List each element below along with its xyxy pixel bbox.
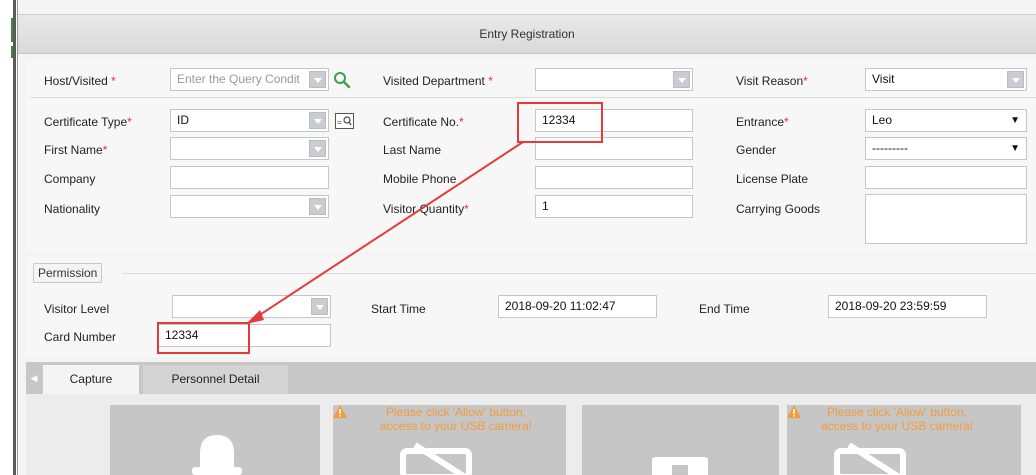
frame-accent bbox=[11, 46, 13, 58]
first-name-label: First Name* bbox=[44, 143, 108, 157]
frame-rail bbox=[13, 0, 16, 475]
carrying-goods-label: Carrying Goods bbox=[736, 202, 821, 216]
end-time-label: End Time bbox=[699, 302, 750, 316]
license-plate-label: License Plate bbox=[736, 172, 809, 186]
certificate-no-highlight bbox=[517, 102, 603, 143]
mobile-phone-input[interactable] bbox=[535, 166, 693, 189]
person-silhouette-icon bbox=[192, 435, 242, 475]
certificate-type-dropdown-button[interactable] bbox=[309, 112, 326, 129]
host-visited-input[interactable]: Enter the Query Condit bbox=[170, 68, 329, 91]
gender-select[interactable]: --------- ▼ bbox=[865, 137, 1027, 160]
warning-icon bbox=[787, 405, 801, 418]
visit-reason-label: Visit Reason* bbox=[736, 74, 808, 88]
certificate-type-select[interactable]: ID bbox=[170, 109, 329, 132]
id-card-icon[interactable]: = bbox=[335, 113, 354, 129]
host-visited-dropdown-button[interactable] bbox=[309, 71, 326, 88]
card-number-label: Card Number bbox=[44, 330, 117, 344]
visited-department-label: Visited Department * bbox=[383, 74, 493, 88]
camera-warning-text: Please click 'Allow' button, access to y… bbox=[379, 405, 533, 433]
visit-reason-dropdown-button[interactable] bbox=[1007, 71, 1024, 88]
nationality-label: Nationality bbox=[44, 202, 101, 216]
license-plate-input[interactable] bbox=[865, 166, 1027, 189]
visitor-level-label: Visitor Level bbox=[44, 302, 110, 316]
annotation-arrow bbox=[246, 141, 524, 324]
dialog-title: Entry Registration bbox=[18, 14, 1036, 54]
visited-department-select[interactable] bbox=[535, 68, 693, 91]
visited-department-dropdown-button[interactable] bbox=[673, 71, 690, 88]
carrying-goods-textarea[interactable] bbox=[865, 194, 1027, 244]
card-number-highlight bbox=[157, 322, 250, 354]
company-label: Company bbox=[44, 172, 96, 186]
camera-warning-text: Please click 'Allow' button, access to y… bbox=[820, 405, 974, 433]
warning-icon bbox=[333, 405, 347, 418]
svg-text:=: = bbox=[337, 118, 342, 127]
host-visited-label: Host/Visited * bbox=[44, 74, 116, 88]
tab-capture[interactable]: Capture bbox=[43, 365, 139, 394]
certificate-type-label: Certificate Type* bbox=[44, 115, 132, 129]
id-card-icon bbox=[652, 457, 708, 475]
search-icon[interactable] bbox=[333, 71, 351, 89]
permission-legend: Permission bbox=[33, 263, 103, 283]
entrance-label: Entrance* bbox=[736, 115, 789, 129]
visitor-quantity-input[interactable]: 1 bbox=[535, 195, 693, 218]
entrance-select[interactable]: Leo ▼ bbox=[865, 109, 1027, 132]
visitor-photo-placeholder bbox=[110, 405, 320, 475]
chevron-down-icon: ▼ bbox=[1010, 115, 1020, 126]
frame-accent bbox=[11, 18, 13, 42]
form-divider bbox=[30, 97, 1036, 98]
end-time-input[interactable]: 2018-09-20 23:59:59 bbox=[828, 295, 987, 318]
tab-scroll-left-icon[interactable]: ◀ bbox=[26, 362, 42, 394]
visit-reason-select[interactable]: Visit bbox=[865, 68, 1027, 91]
tab-personnel-detail[interactable]: Personnel Detail bbox=[143, 365, 288, 394]
chevron-down-icon: ▼ bbox=[1010, 143, 1020, 154]
certificate-no-label: Certificate No.* bbox=[383, 115, 464, 129]
gender-label: Gender bbox=[736, 143, 777, 157]
id-card-photo-placeholder bbox=[582, 405, 779, 475]
